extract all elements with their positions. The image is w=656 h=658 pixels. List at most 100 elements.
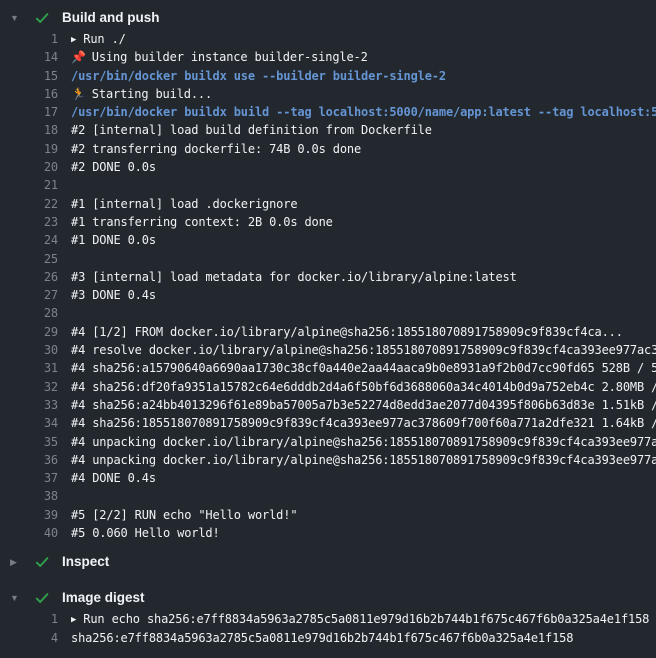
- line-text: #1 [internal] load .dockerignore: [58, 195, 297, 213]
- line-text: /usr/bin/docker buildx use --builder bui…: [58, 67, 446, 85]
- line-text: #1 transferring context: 2B 0.0s done: [58, 213, 333, 231]
- log-line: 29#4 [1/2] FROM docker.io/library/alpine…: [0, 323, 656, 341]
- line-number[interactable]: 22: [0, 195, 58, 213]
- log-line: 39#5 [2/2] RUN echo "Hello world!": [0, 506, 656, 524]
- line-text: #3 [internal] load metadata for docker.i…: [58, 268, 517, 286]
- line-number[interactable]: 39: [0, 506, 58, 524]
- chevron-down-icon[interactable]: ▼: [10, 10, 26, 26]
- line-number[interactable]: 20: [0, 158, 58, 176]
- line-text: #4 sha256:df20fa9351a15782c64e6dddb2d4a6…: [58, 378, 656, 396]
- line-text: #4 resolve docker.io/library/alpine@sha2…: [58, 341, 656, 359]
- line-text: [58, 487, 71, 505]
- line-text: 🏃Starting build...: [58, 85, 212, 103]
- log-line: 38: [0, 487, 656, 505]
- line-text: #4 sha256:185518070891758909c9f839cf4ca3…: [58, 414, 656, 432]
- log-line: 21: [0, 176, 656, 194]
- line-number[interactable]: 35: [0, 433, 58, 451]
- line-text: #5 0.060 Hello world!: [58, 524, 220, 542]
- log-line: 35#4 unpacking docker.io/library/alpine@…: [0, 433, 656, 451]
- check-success-icon: [34, 554, 50, 570]
- line-text: #5 [2/2] RUN echo "Hello world!": [58, 506, 297, 524]
- line-number[interactable]: 33: [0, 396, 58, 414]
- line-text: ▶Run echo sha256:e7ff8834a5963a2785c5a08…: [58, 610, 649, 628]
- line-text: #4 unpacking docker.io/library/alpine@sh…: [58, 433, 656, 451]
- line-text: sha256:e7ff8834a5963a2785c5a0811e979d16b…: [58, 629, 573, 647]
- log-line: 22#1 [internal] load .dockerignore: [0, 195, 656, 213]
- line-number[interactable]: 23: [0, 213, 58, 231]
- line-number[interactable]: 15: [0, 67, 58, 85]
- log-line: 37#4 DONE 0.4s: [0, 469, 656, 487]
- line-text: #1 DONE 0.0s: [58, 231, 156, 249]
- line-number[interactable]: 27: [0, 286, 58, 304]
- log-line[interactable]: 1▶Run ./: [0, 30, 656, 48]
- log-line: 33#4 sha256:a24bb4013296f61e89ba57005a7b…: [0, 396, 656, 414]
- line-number[interactable]: 31: [0, 359, 58, 377]
- line-text: #4 DONE 0.4s: [58, 469, 156, 487]
- log-line: 40#5 0.060 Hello world!: [0, 524, 656, 542]
- log-line: 16🏃Starting build...: [0, 85, 656, 103]
- log-line: 17/usr/bin/docker buildx build --tag loc…: [0, 103, 656, 121]
- line-number[interactable]: 1: [0, 30, 58, 48]
- log-line: 30#4 resolve docker.io/library/alpine@sh…: [0, 341, 656, 359]
- line-number[interactable]: 26: [0, 268, 58, 286]
- line-number[interactable]: 19: [0, 140, 58, 158]
- line-number[interactable]: 17: [0, 103, 58, 121]
- line-number[interactable]: 28: [0, 304, 58, 322]
- line-text: [58, 250, 71, 268]
- line-text: [58, 304, 71, 322]
- section-header-inspect[interactable]: ▶ Inspect: [0, 544, 656, 580]
- actions-log-panel: ▼Build and push1▶Run ./14📌Using builder …: [0, 0, 656, 647]
- line-number[interactable]: 36: [0, 451, 58, 469]
- log-line: 18#2 [internal] load build definition fr…: [0, 121, 656, 139]
- log-line: 31#4 sha256:a15790640a6690aa1730c38cf0a4…: [0, 359, 656, 377]
- line-number[interactable]: 24: [0, 231, 58, 249]
- line-text: #2 DONE 0.0s: [58, 158, 156, 176]
- log-line[interactable]: 1▶Run echo sha256:e7ff8834a5963a2785c5a0…: [0, 610, 656, 628]
- line-text: #4 unpacking docker.io/library/alpine@sh…: [58, 451, 656, 469]
- log-line: 20#2 DONE 0.0s: [0, 158, 656, 176]
- line-text: #2 [internal] load build definition from…: [58, 121, 432, 139]
- log-line: 36#4 unpacking docker.io/library/alpine@…: [0, 451, 656, 469]
- log-line: 19#2 transferring dockerfile: 74B 0.0s d…: [0, 140, 656, 158]
- pushpin-icon: 📌: [71, 48, 86, 66]
- section-title: Inspect: [62, 554, 109, 570]
- log-line: 34#4 sha256:185518070891758909c9f839cf4c…: [0, 414, 656, 432]
- log-line: 23#1 transferring context: 2B 0.0s done: [0, 213, 656, 231]
- runner-icon: 🏃: [71, 85, 86, 103]
- line-number[interactable]: 16: [0, 85, 58, 103]
- chevron-down-icon[interactable]: ▼: [10, 590, 26, 606]
- log-line: 24#1 DONE 0.0s: [0, 231, 656, 249]
- line-number[interactable]: 32: [0, 378, 58, 396]
- line-number[interactable]: 25: [0, 250, 58, 268]
- line-number[interactable]: 37: [0, 469, 58, 487]
- check-success-icon: [34, 590, 50, 606]
- line-number[interactable]: 4: [0, 629, 58, 647]
- line-number[interactable]: 29: [0, 323, 58, 341]
- line-number[interactable]: 1: [0, 610, 58, 628]
- line-number[interactable]: 14: [0, 48, 58, 66]
- check-success-icon: [34, 10, 50, 26]
- line-number[interactable]: 38: [0, 487, 58, 505]
- line-number[interactable]: 18: [0, 121, 58, 139]
- line-number[interactable]: 34: [0, 414, 58, 432]
- line-text: #4 [1/2] FROM docker.io/library/alpine@s…: [58, 323, 623, 341]
- section-log-image-digest: 1▶Run echo sha256:e7ff8834a5963a2785c5a0…: [0, 610, 656, 647]
- log-line: 28: [0, 304, 656, 322]
- section-log-build-and-push: 1▶Run ./14📌Using builder instance builde…: [0, 30, 656, 542]
- log-line: 4sha256:e7ff8834a5963a2785c5a0811e979d16…: [0, 629, 656, 647]
- expand-arrow-icon[interactable]: ▶: [71, 31, 76, 48]
- line-text: [58, 176, 71, 194]
- expand-arrow-icon[interactable]: ▶: [71, 611, 76, 628]
- section-title: Build and push: [62, 10, 160, 26]
- line-text: #2 transferring dockerfile: 74B 0.0s don…: [58, 140, 361, 158]
- chevron-right-icon[interactable]: ▶: [10, 554, 26, 570]
- log-line: 14📌Using builder instance builder-single…: [0, 48, 656, 66]
- line-number[interactable]: 40: [0, 524, 58, 542]
- log-line: 26#3 [internal] load metadata for docker…: [0, 268, 656, 286]
- line-text: 📌Using builder instance builder-single-2: [58, 48, 368, 66]
- log-line: 32#4 sha256:df20fa9351a15782c64e6dddb2d4…: [0, 378, 656, 396]
- section-title: Image digest: [62, 590, 145, 606]
- line-number[interactable]: 30: [0, 341, 58, 359]
- line-number[interactable]: 21: [0, 176, 58, 194]
- log-line: 25: [0, 250, 656, 268]
